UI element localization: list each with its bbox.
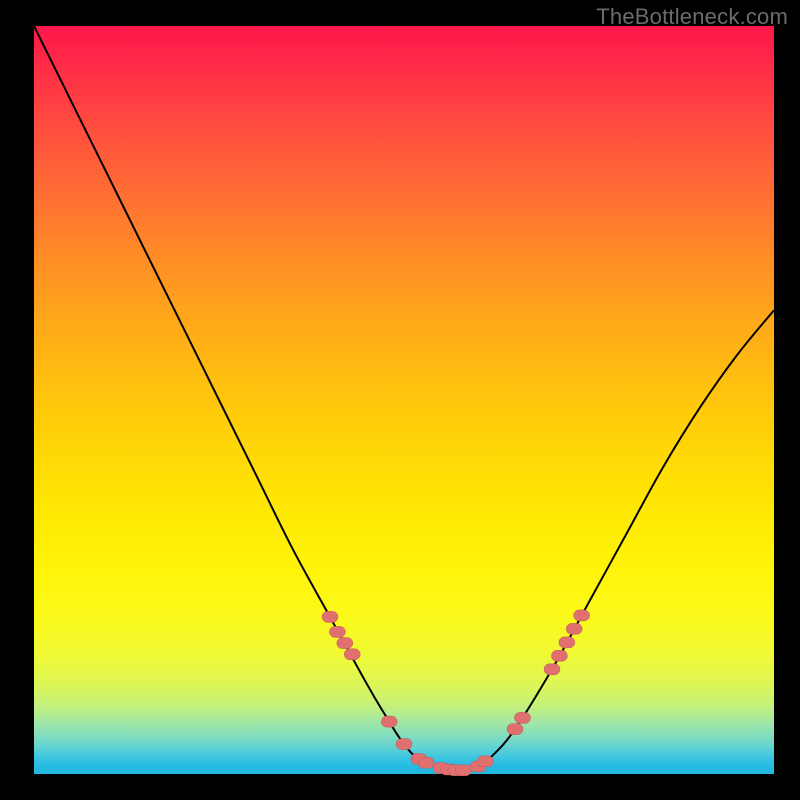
curve-marker <box>329 626 345 637</box>
curve-marker <box>337 638 353 649</box>
chart-frame: TheBottleneck.com <box>0 0 800 800</box>
curve-marker <box>514 712 530 723</box>
curve-line <box>34 26 774 770</box>
curve-markers <box>322 610 590 776</box>
bottleneck-curve <box>34 26 774 774</box>
curve-marker <box>559 637 575 648</box>
curve-marker <box>344 649 360 660</box>
curve-marker <box>322 611 338 622</box>
curve-marker <box>544 664 560 675</box>
curve-marker <box>574 610 590 621</box>
curve-marker <box>477 756 493 767</box>
curve-marker <box>551 650 567 661</box>
curve-marker <box>381 716 397 727</box>
watermark-text: TheBottleneck.com <box>596 4 788 30</box>
plot-area <box>34 26 774 774</box>
curve-marker <box>507 724 523 735</box>
curve-marker <box>455 765 471 776</box>
curve-marker <box>566 623 582 634</box>
curve-marker <box>418 757 434 768</box>
curve-marker <box>396 739 412 750</box>
